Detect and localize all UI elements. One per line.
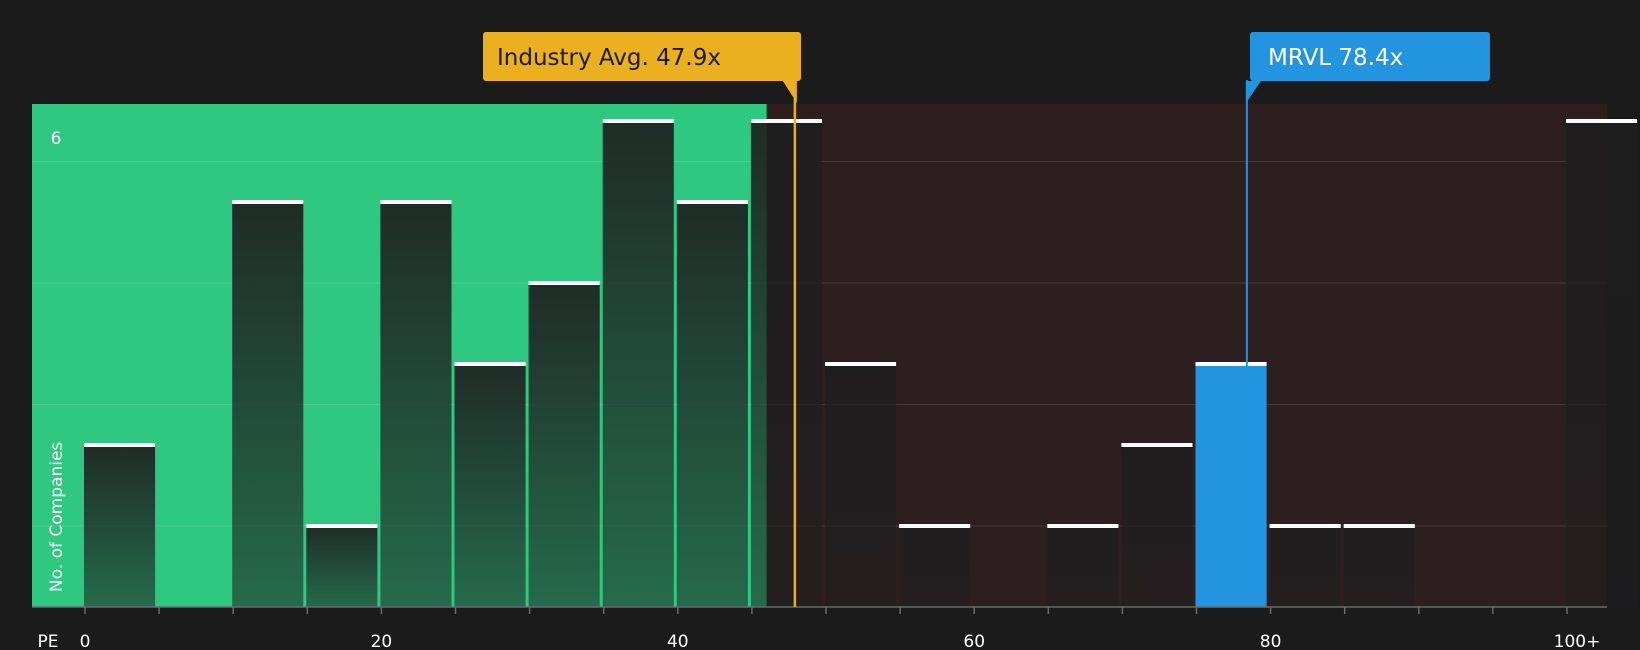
bar-20 [380, 202, 452, 607]
bar-cap-50 [825, 362, 897, 366]
x-tick-label: 60 [963, 632, 985, 650]
bar-50 [825, 364, 897, 607]
bar-10 [232, 202, 304, 607]
bar-cap-35 [602, 119, 674, 123]
bar-cap-10 [232, 200, 304, 204]
bar-cap-85 [1343, 524, 1415, 528]
bar-25 [454, 364, 526, 607]
company-pe-label: MRVL 78.4x [1268, 45, 1403, 71]
bar-65 [1047, 526, 1119, 607]
bar-cap-40 [676, 200, 748, 204]
pe-distribution-chart: 0 20 40 60 80 100+ PE 6 No. of Companies Indust… [32, 32, 1638, 650]
bar-45 [750, 121, 822, 607]
bar-cap-55 [899, 524, 971, 528]
x-axis-title: PE [38, 632, 59, 650]
bar-100 [1566, 121, 1638, 607]
bar-cap-0 [84, 443, 156, 447]
x-tick-label: 0 [80, 632, 91, 650]
bar-cap-70 [1121, 443, 1193, 447]
industry-avg-label: Industry Avg. 47.9x [497, 45, 721, 71]
bar-cap-25 [454, 362, 526, 366]
bar-75 [1195, 364, 1267, 607]
bar-cap-15 [306, 524, 378, 528]
x-tick-label: 20 [371, 632, 393, 650]
bar-cap-75 [1195, 362, 1267, 366]
bar-cap-20 [380, 200, 452, 204]
bar-55 [899, 526, 971, 607]
bar-85 [1343, 526, 1415, 607]
company-pe-pointer [1245, 81, 1261, 103]
x-axis: 0 20 40 60 80 100+ PE [32, 606, 1607, 650]
bar-cap-80 [1269, 524, 1341, 528]
bar-15 [306, 526, 378, 607]
bar-cap-45 [750, 119, 822, 123]
bar-cap-30 [528, 281, 600, 285]
bar-cap-100 [1566, 119, 1638, 123]
bar-40 [676, 202, 748, 607]
bar-30 [528, 283, 600, 607]
bar-0 [84, 445, 156, 607]
bar-cap-65 [1047, 524, 1119, 528]
x-tick-label: 40 [667, 632, 689, 650]
x-tick-label: 100+ [1554, 632, 1601, 650]
industry-avg-pointer [782, 81, 797, 103]
y-axis-title: No. of Companies [47, 442, 67, 592]
bar-70 [1121, 445, 1193, 607]
bar-35 [602, 121, 674, 607]
x-tick-label: 80 [1260, 632, 1282, 650]
bar-80 [1269, 526, 1341, 607]
y-tick-label: 6 [51, 129, 62, 149]
